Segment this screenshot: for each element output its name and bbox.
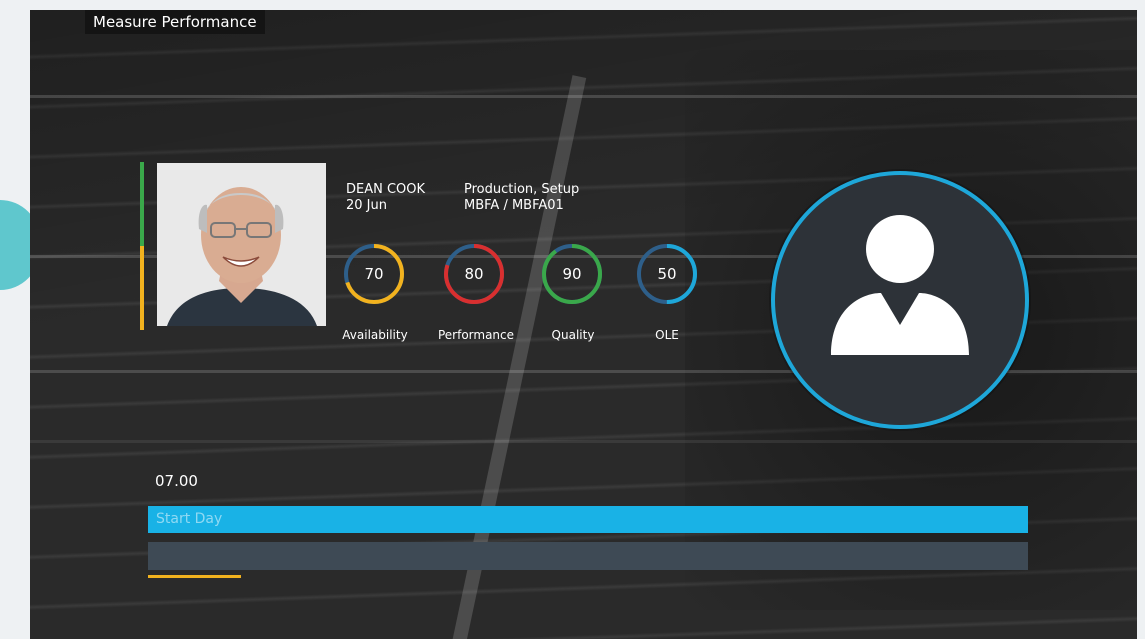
timeline-track — [148, 542, 1028, 570]
user-silhouette-icon — [831, 215, 969, 355]
gauge-availability[interactable]: 70 — [342, 242, 406, 306]
start-day-bar[interactable]: Start Day — [148, 506, 1028, 533]
gauge-ole[interactable]: 50 — [635, 242, 699, 306]
gauge-performance[interactable]: 80 — [442, 242, 506, 306]
gauge-value: 70 — [364, 265, 384, 283]
gauge-label-quality: Quality — [551, 328, 595, 342]
gauge-value: 90 — [562, 265, 582, 283]
gauge-quality[interactable]: 90 — [540, 242, 604, 306]
gauge-label-ole: OLE — [655, 328, 679, 342]
page-title: Measure Performance — [85, 10, 265, 34]
employee-photo — [157, 163, 326, 326]
employee-department: Production, Setup — [464, 182, 580, 197]
progress-indicator — [148, 575, 241, 578]
video-frame: Measure Performance DEAN COOK 20 Jun Pro… — [30, 10, 1145, 639]
gauge-label-availability: Availability — [342, 328, 408, 342]
gauge-value: 80 — [464, 265, 484, 283]
employee-date: 20 Jun — [346, 198, 387, 213]
status-accent-green — [140, 162, 144, 246]
gauge-value: 50 — [657, 265, 677, 283]
user-avatar[interactable] — [771, 171, 1029, 429]
status-accent-yellow — [140, 246, 144, 330]
employee-line: MBFA / MBFA01 — [464, 198, 564, 213]
timeline-time: 07.00 — [155, 472, 198, 490]
gauge-label-performance: Performance — [437, 328, 515, 342]
employee-name: DEAN COOK — [346, 182, 426, 197]
